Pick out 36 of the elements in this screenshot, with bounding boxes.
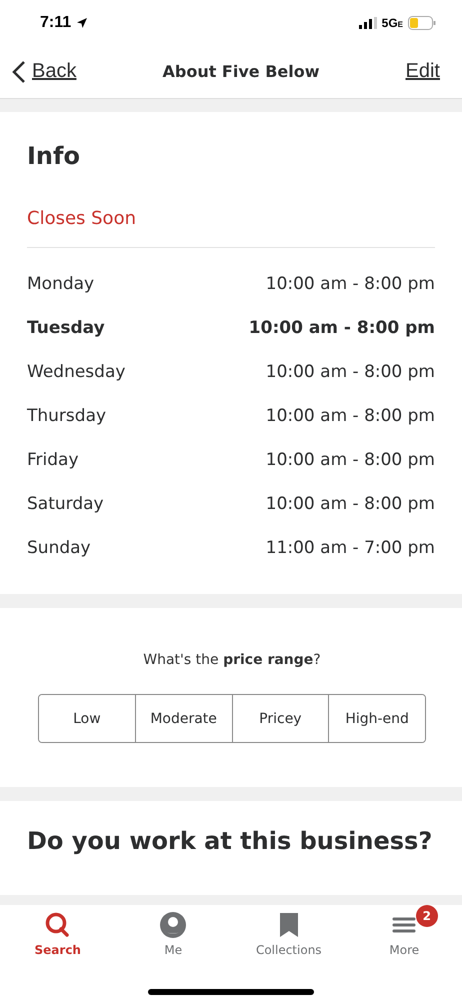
hours-text: 10:00 am - 8:00 pm bbox=[266, 450, 435, 470]
page-title: About Five Below bbox=[162, 62, 320, 81]
hours-text: 10:00 am - 8:00 pm bbox=[266, 362, 435, 382]
search-icon bbox=[44, 911, 72, 939]
status-time: 7:11 bbox=[40, 14, 72, 32]
edit-link[interactable]: Edit bbox=[406, 60, 440, 83]
hours-text: 11:00 am - 7:00 pm bbox=[266, 538, 435, 558]
open-status: Closes Soon bbox=[27, 208, 435, 248]
day-label: Monday bbox=[27, 274, 94, 294]
section-title: Do you work at this business? bbox=[27, 827, 434, 855]
day-label: Wednesday bbox=[27, 362, 126, 382]
tab-item[interactable]: Me bbox=[116, 905, 231, 959]
tab-item[interactable]: Search bbox=[0, 905, 116, 959]
bookmark-icon bbox=[278, 911, 300, 939]
battery-icon bbox=[408, 16, 436, 30]
back-link[interactable]: Back bbox=[12, 60, 76, 84]
notification-badge: 2 bbox=[416, 905, 438, 927]
hours-text: 10:00 am - 8:00 pm bbox=[266, 406, 435, 426]
signal-icon bbox=[358, 16, 377, 28]
profile-icon bbox=[159, 911, 188, 939]
price-range-question: What's the price range? bbox=[142, 652, 322, 668]
hours-text: 10:00 am - 8:00 pm bbox=[266, 274, 435, 294]
day-label: Tuesday bbox=[27, 318, 105, 338]
hours-text: 10:00 am - 8:00 pm bbox=[248, 318, 435, 338]
day-label: Saturday bbox=[27, 494, 104, 514]
section-title: Info bbox=[27, 142, 81, 170]
location-arrow-icon bbox=[76, 16, 88, 28]
day-label: Sunday bbox=[27, 538, 91, 558]
day-label: Friday bbox=[27, 450, 79, 470]
price-option[interactable]: High-end bbox=[328, 695, 425, 742]
chevron-left-icon bbox=[12, 60, 26, 84]
tab-item[interactable]: Collections bbox=[231, 905, 346, 959]
tab-item[interactable]: More 2 bbox=[346, 905, 462, 959]
network-label: 5GE bbox=[382, 16, 403, 30]
day-label: Thursday bbox=[27, 406, 106, 426]
hours-text: 10:00 am - 8:00 pm bbox=[266, 494, 435, 514]
